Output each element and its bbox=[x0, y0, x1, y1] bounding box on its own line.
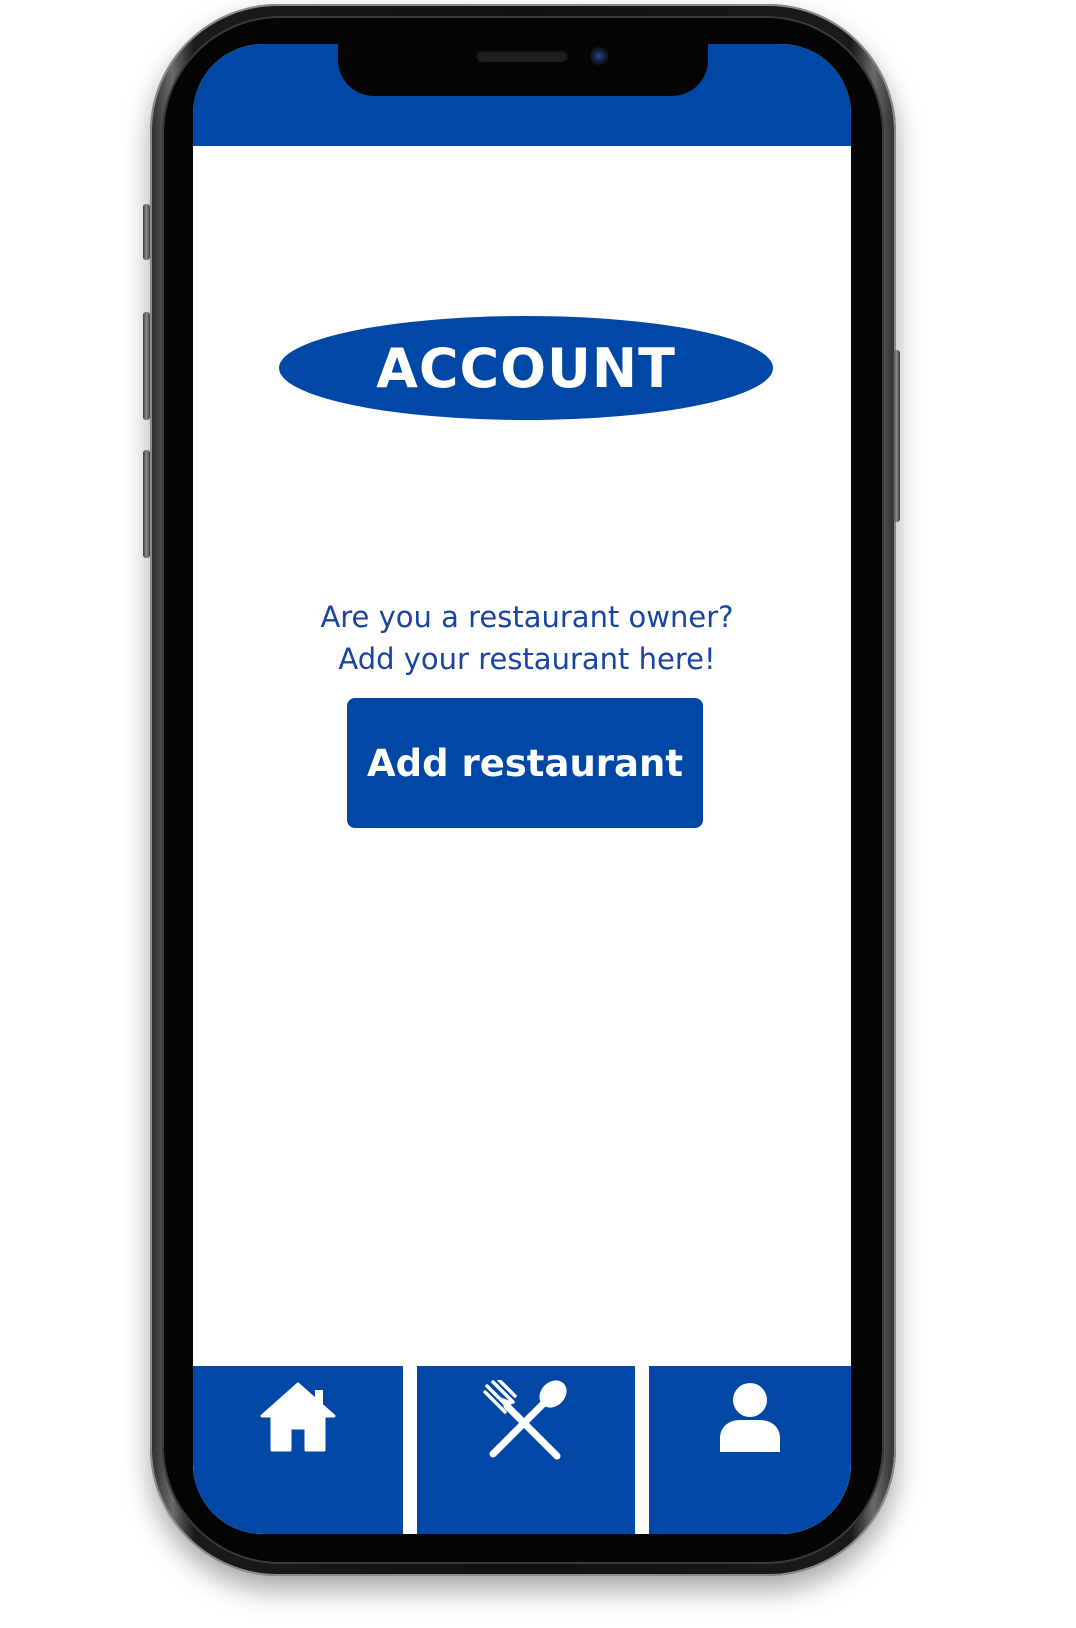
nav-item-home[interactable] bbox=[193, 1366, 403, 1534]
fork-spoon-icon bbox=[483, 1380, 567, 1460]
nav-item-account[interactable] bbox=[649, 1366, 851, 1534]
page-title-badge: ACCOUNT bbox=[279, 316, 773, 420]
nav-item-restaurants[interactable] bbox=[417, 1366, 635, 1534]
volume-up-button bbox=[143, 312, 150, 420]
speaker-grille bbox=[476, 50, 568, 62]
front-camera bbox=[590, 47, 608, 65]
home-icon bbox=[260, 1382, 336, 1452]
owner-prompt: Are you a restaurant owner? Add your res… bbox=[193, 596, 851, 680]
notch bbox=[338, 44, 708, 96]
power-button bbox=[893, 350, 900, 522]
mute-switch bbox=[143, 204, 150, 260]
user-icon bbox=[720, 1383, 780, 1452]
volume-down-button bbox=[143, 450, 150, 558]
page-title: ACCOUNT bbox=[376, 336, 676, 400]
prompt-line-1: Are you a restaurant owner? bbox=[320, 600, 734, 634]
app-screen: ACCOUNT Are you a restaurant owner? Add … bbox=[193, 44, 851, 1534]
prompt-line-2: Add your restaurant here! bbox=[338, 642, 716, 676]
add-restaurant-button[interactable]: Add restaurant bbox=[347, 698, 703, 828]
bottom-navigation bbox=[193, 1366, 851, 1534]
